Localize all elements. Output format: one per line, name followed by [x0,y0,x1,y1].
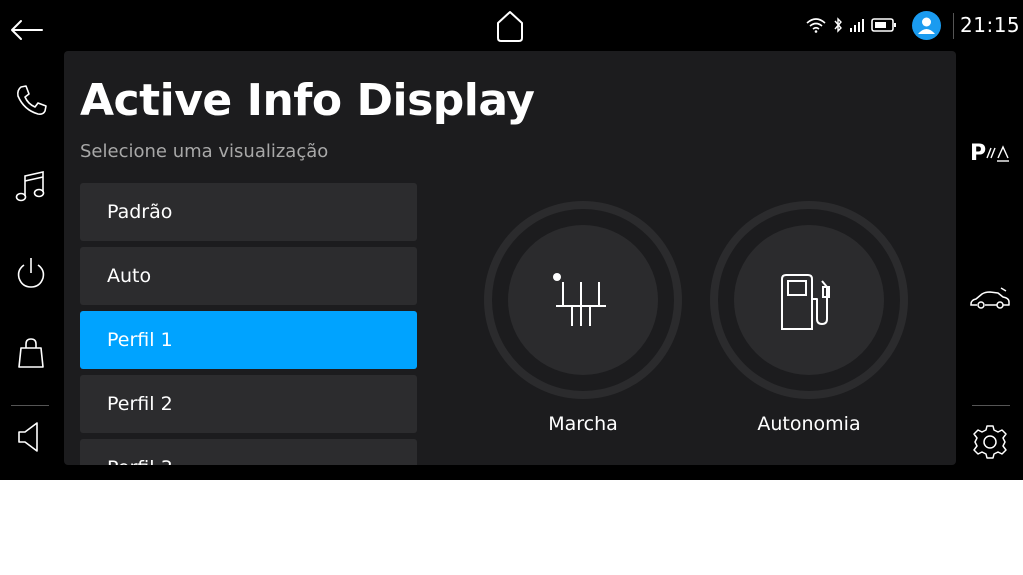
list-item-auto[interactable]: Auto [80,247,417,305]
list-item-perfil-2[interactable]: Perfil 2 [80,375,417,433]
left-rail-divider [11,405,49,406]
shopping-bag-icon[interactable] [12,334,50,372]
list-item-label: Perfil 1 [107,329,173,351]
user-avatar[interactable] [912,11,941,40]
list-item-label: Perfil 2 [107,393,173,415]
list-item-perfil-3[interactable]: Perfil 3 [80,439,417,465]
status-icons [805,10,897,40]
car-icon[interactable] [968,282,1012,318]
right-rail-divider [972,405,1010,406]
active-info-display-panel: Active Info Display Selecione uma visual… [64,51,956,465]
back-arrow-icon[interactable] [8,14,46,46]
clock: 21:15 [960,13,1021,37]
list-item-label: Auto [107,265,152,287]
park-assist-icon[interactable]: P [968,134,1012,170]
volume-icon[interactable] [12,418,50,456]
battery-icon [871,18,896,32]
home-icon[interactable] [493,8,527,44]
option-label: Autonomia [757,413,861,435]
list-item-label: Padrão [107,201,173,223]
fuel-pump-icon [781,274,830,330]
power-icon[interactable] [12,254,50,292]
gear-shift-icon [553,273,606,326]
wifi-icon [806,18,826,33]
phone-icon[interactable] [12,82,50,120]
status-divider [953,13,954,39]
settings-gear-icon[interactable] [968,424,1012,460]
music-icon[interactable] [12,168,50,206]
list-item-padrao[interactable]: Padrão [80,183,417,241]
svg-text:P: P [970,141,986,166]
user-icon [918,17,935,34]
infotainment-screen: 21:15 P Active Info Display Selecione um… [0,0,1023,480]
page-title: Active Info Display [80,75,535,126]
option-label: Marcha [548,413,618,435]
bluetooth-icon [834,17,842,33]
list-item-perfil-1[interactable]: Perfil 1 [80,311,417,369]
list-item-label: Perfil 3 [107,457,173,465]
page-subtitle: Selecione uma visualização [80,141,329,162]
signal-strength-icon [850,19,864,32]
